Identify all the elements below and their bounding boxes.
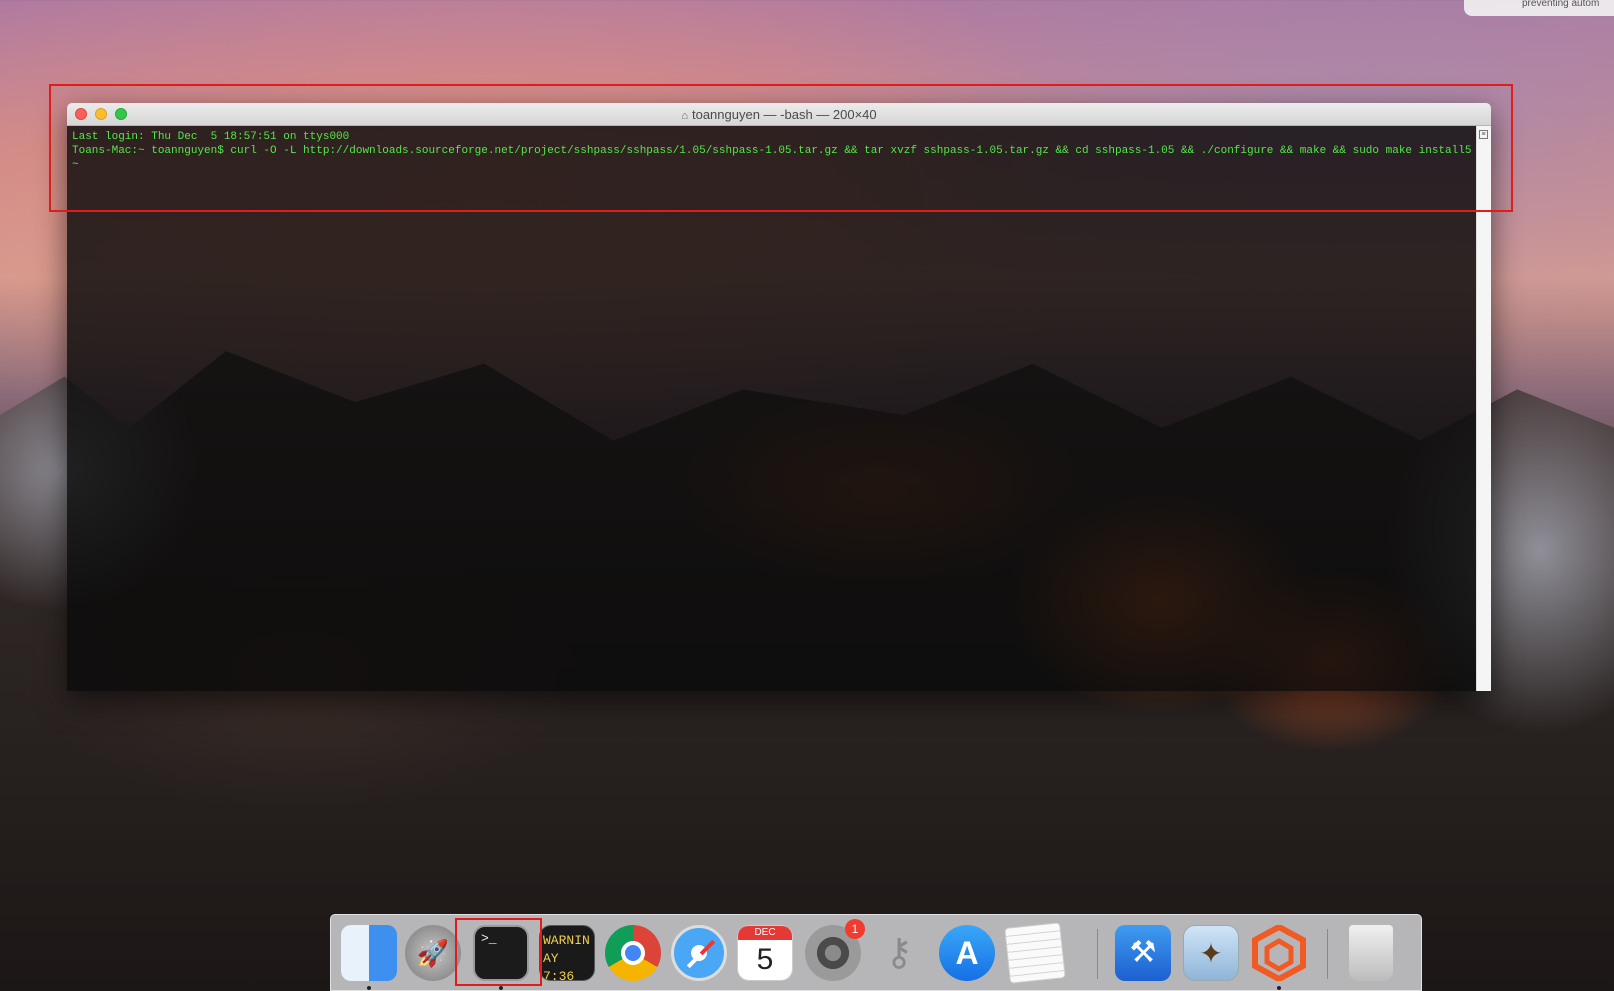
system-preferences-icon[interactable]: 1 bbox=[805, 919, 865, 981]
preview-icon[interactable]: ✦ bbox=[1183, 925, 1239, 981]
finder-icon[interactable] bbox=[341, 925, 397, 981]
terminal-icon-text: >_ bbox=[481, 931, 497, 946]
window-title-text: toannguyen — -bash — 200×40 bbox=[691, 107, 877, 122]
console-icon-line: WARNIN bbox=[543, 933, 590, 948]
notification-badge: 1 bbox=[845, 919, 865, 939]
textedit-icon[interactable] bbox=[1004, 922, 1066, 984]
terminal-icon[interactable]: >_ bbox=[473, 925, 529, 981]
xcode-icon[interactable]: ⚒ bbox=[1115, 925, 1171, 981]
chrome-icon[interactable] bbox=[605, 925, 661, 981]
trash-icon[interactable] bbox=[1349, 925, 1393, 981]
calendar-day: 5 bbox=[756, 943, 774, 976]
calendar-icon[interactable]: DEC 5 bbox=[737, 925, 793, 981]
hex-app-icon[interactable] bbox=[1251, 923, 1307, 983]
terminal-content[interactable]: Last login: Thu Dec 5 18:57:51 on ttys00… bbox=[67, 126, 1477, 691]
dock-separator bbox=[1327, 929, 1328, 979]
dock-separator bbox=[1097, 929, 1098, 979]
home-icon: ⌂ bbox=[681, 110, 688, 122]
running-indicator bbox=[367, 986, 371, 990]
console-icon[interactable]: WARNIN AY 7:36 bbox=[539, 925, 595, 981]
safari-icon[interactable] bbox=[671, 925, 727, 981]
split-pane-icon[interactable]: ≡ bbox=[1479, 130, 1488, 139]
terminal-line: Last login: Thu Dec 5 18:57:51 on ttys00… bbox=[72, 131, 350, 143]
keychain-access-icon[interactable]: ⚷ bbox=[871, 925, 927, 981]
app-store-icon[interactable]: A bbox=[939, 925, 995, 981]
launchpad-icon[interactable]: 🚀 bbox=[405, 925, 461, 981]
terminal-line: Toans-Mac:~ toannguyen$ curl -O -L http:… bbox=[72, 145, 1472, 171]
notification-text: preventing autom bbox=[1522, 0, 1600, 9]
scrollbar[interactable]: ≡ bbox=[1476, 126, 1491, 691]
console-icon-line: AY 7:36 bbox=[543, 951, 575, 981]
dock: 🚀 >_ WARNIN AY 7:36 DEC 5 1 ⚷ A ⚒ ✦ bbox=[330, 914, 1422, 991]
calendar-month: DEC bbox=[738, 926, 792, 940]
window-titlebar[interactable]: ⌂ toannguyen — -bash — 200×40 bbox=[67, 103, 1491, 126]
notification-banner[interactable]: preventing autom bbox=[1464, 0, 1614, 16]
running-indicator bbox=[1277, 986, 1281, 990]
running-indicator bbox=[499, 986, 503, 990]
window-title: ⌂ toannguyen — -bash — 200×40 bbox=[67, 107, 1491, 122]
terminal-window[interactable]: ⌂ toannguyen — -bash — 200×40 Last login:… bbox=[67, 103, 1491, 691]
